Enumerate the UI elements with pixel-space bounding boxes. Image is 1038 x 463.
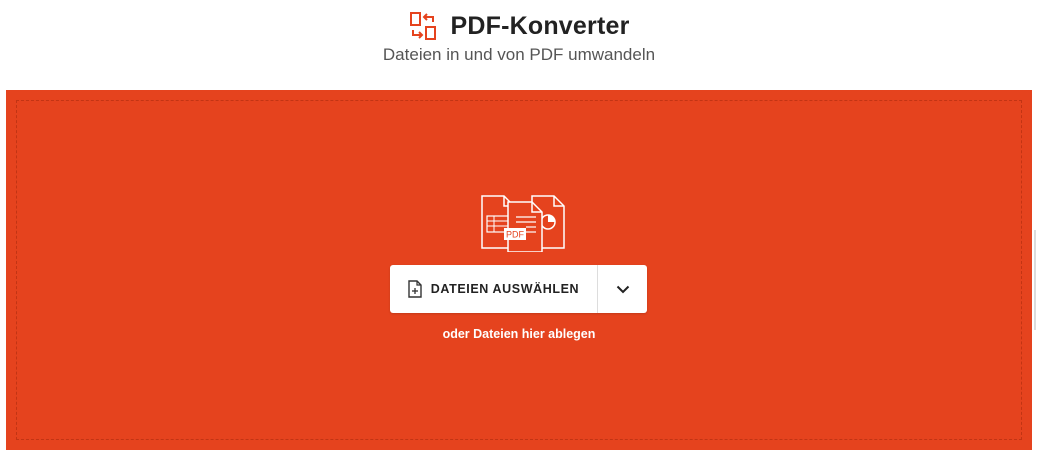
convert-arrows-icon [410, 12, 437, 40]
page-title: PDF-Konverter [450, 11, 630, 40]
file-add-icon [408, 280, 422, 298]
title-row: PDF-Konverter [0, 8, 1038, 44]
upload-source-dropdown-button[interactable] [598, 265, 647, 313]
choose-files-button[interactable]: DATEIEN AUSWÄHLEN [390, 265, 597, 313]
choose-files-label: DATEIEN AUSWÄHLEN [430, 282, 580, 296]
file-dropzone[interactable]: PDF DATEIEN AUSWÄHLEN oder Dateien hier … [6, 90, 1032, 450]
files-illustration-icon: PDF [481, 195, 565, 252]
pdf-badge-label: PDF [506, 230, 525, 240]
page-subtitle: Dateien in und von PDF umwandeln [382, 45, 656, 64]
drop-files-hint: oder Dateien hier ablegen [442, 327, 596, 341]
chevron-down-icon [616, 285, 629, 293]
page-header: PDF-Konverter Dateien in und von PDF umw… [0, 0, 1038, 90]
page-scrollbar[interactable] [1034, 230, 1036, 330]
choose-files-button-group: DATEIEN AUSWÄHLEN [390, 265, 647, 313]
